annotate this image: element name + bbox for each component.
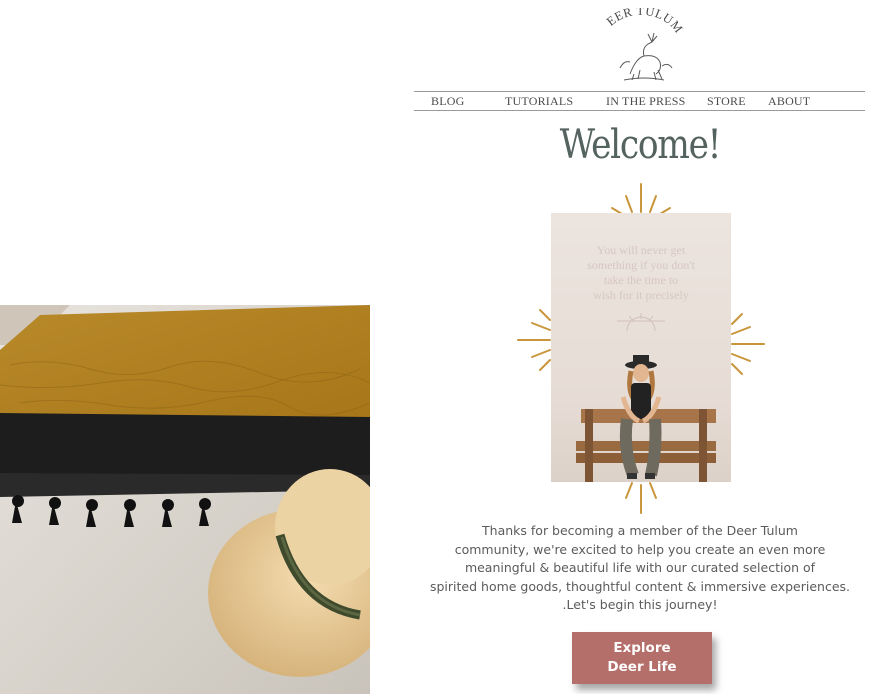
page-title: Welcome! bbox=[559, 122, 722, 168]
wall-quote-text: You will never get something if you don'… bbox=[587, 243, 695, 302]
svg-text:DEER TULUM: DEER TULUM bbox=[596, 8, 686, 36]
nav-item-blog[interactable]: BLOG bbox=[431, 94, 464, 109]
nav-item-about[interactable]: ABOUT bbox=[768, 94, 810, 109]
nav-bottom-rule bbox=[414, 110, 865, 111]
woman-on-bench-photo bbox=[576, 355, 716, 482]
nav-item-store[interactable]: STORE bbox=[707, 94, 746, 109]
mural-sun-icon bbox=[617, 313, 665, 332]
welcome-message: Thanks for becoming a member of the Deer… bbox=[429, 523, 850, 612]
nav-item-in-the-press[interactable]: IN THE PRESS bbox=[606, 94, 686, 109]
nav-item-tutorials[interactable]: TUTORIALS bbox=[505, 94, 573, 109]
nav-top-rule bbox=[414, 91, 865, 92]
deer-tulum-logo[interactable]: DEER TULUM bbox=[596, 8, 686, 84]
hero-photo bbox=[0, 305, 370, 694]
hero-card-image: You will never get something if you don'… bbox=[551, 213, 731, 482]
deer-icon bbox=[619, 32, 673, 81]
explore-deer-life-button[interactable]: Explore Deer Life bbox=[572, 632, 712, 684]
